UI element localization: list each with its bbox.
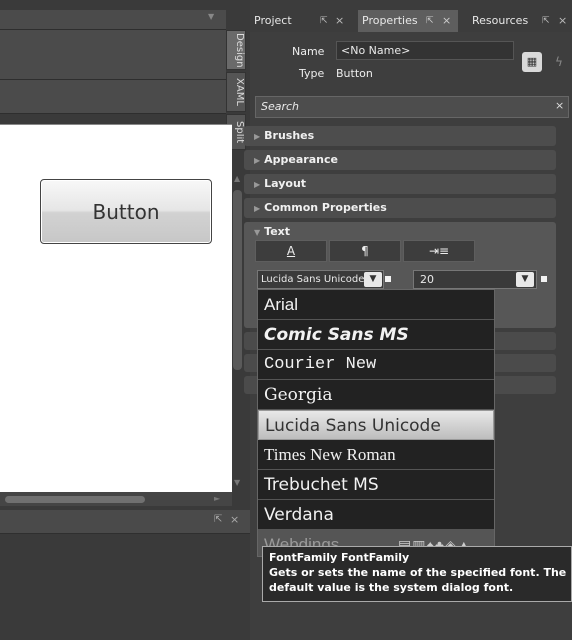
- close-icon[interactable]: ×: [230, 513, 239, 526]
- expand-arrow-icon: ▶: [254, 204, 261, 213]
- tab-resources-label: Resources: [472, 14, 529, 27]
- indent-icon: ⇥≡: [428, 244, 450, 258]
- tab-font-settings[interactable]: A: [255, 240, 327, 262]
- events-lightning-icon[interactable]: ϟ: [550, 52, 568, 72]
- font-option-georgia[interactable]: Georgia: [258, 380, 494, 410]
- tab-properties-label: Properties: [362, 14, 418, 27]
- tab-paragraph[interactable]: ¶: [329, 240, 401, 262]
- tooltip-line1: Gets or sets the name of the specified f…: [269, 566, 567, 579]
- horizontal-scroll-thumb[interactable]: [5, 496, 145, 503]
- vertical-scroll-thumb[interactable]: [233, 190, 242, 370]
- scroll-right-icon[interactable]: ►: [214, 494, 220, 503]
- document-tab-strip: ▼: [0, 10, 226, 30]
- pin-icon[interactable]: ⇱: [320, 10, 328, 32]
- font-option-verdana[interactable]: Verdana: [258, 500, 494, 530]
- artboard-toolbar: [0, 80, 226, 114]
- font-settings-icon: A: [286, 244, 296, 258]
- category-label: Text: [264, 225, 291, 238]
- expand-arrow-icon: ▶: [254, 180, 261, 189]
- dropdown-arrow-icon[interactable]: ▼: [208, 12, 214, 21]
- advanced-property-marker[interactable]: [385, 276, 391, 282]
- font-option-trebuchet[interactable]: Trebuchet MS: [258, 470, 494, 500]
- font-option-arial[interactable]: Arial: [258, 290, 494, 320]
- category-brushes[interactable]: ▶ Brushes: [244, 126, 556, 146]
- tooltip-title: FontFamily FontFamily: [269, 551, 410, 564]
- expand-arrow-icon: ▶: [254, 156, 261, 165]
- chevron-down-icon[interactable]: ▼: [516, 272, 534, 287]
- panel-tab-bar: Project ⇱ × Properties ⇱ × Resources ⇱ ×: [250, 10, 572, 32]
- close-icon[interactable]: ×: [558, 10, 567, 32]
- bottom-panel-header: ⇱ ×: [0, 510, 250, 534]
- tab-indent[interactable]: ⇥≡: [403, 240, 475, 262]
- clear-search-icon[interactable]: ×: [555, 99, 564, 112]
- tab-resources[interactable]: Resources ⇱ ×: [468, 10, 572, 32]
- pin-icon[interactable]: ⇱: [214, 514, 222, 525]
- pin-icon[interactable]: ⇱: [542, 10, 550, 32]
- tab-project-label: Project: [254, 14, 292, 27]
- search-input[interactable]: Search: [255, 96, 569, 118]
- scroll-down-icon[interactable]: ▼: [234, 478, 240, 487]
- font-option-comic-sans[interactable]: Comic Sans MS: [258, 320, 494, 350]
- tab-design[interactable]: Design: [226, 30, 246, 70]
- expand-arrow-icon: ▶: [254, 132, 261, 141]
- close-icon[interactable]: ×: [335, 10, 344, 32]
- font-family-dropdown: Arial Comic Sans MS Courier New Georgia …: [257, 289, 495, 557]
- category-appearance[interactable]: ▶ Appearance: [244, 150, 556, 170]
- name-field[interactable]: <No Name>: [336, 41, 514, 60]
- design-button-element[interactable]: Button: [40, 179, 212, 244]
- pin-icon[interactable]: ⇱: [426, 10, 434, 32]
- category-common-properties[interactable]: ▶ Common Properties: [244, 198, 556, 218]
- scroll-up-icon[interactable]: ▲: [234, 174, 240, 183]
- breadcrumb-bar: [0, 30, 226, 80]
- tab-project[interactable]: Project ⇱ ×: [250, 10, 352, 32]
- category-layout[interactable]: ▶ Layout: [244, 174, 556, 194]
- close-icon[interactable]: ×: [442, 10, 451, 32]
- collapse-arrow-icon: ▼: [254, 228, 261, 237]
- category-label: Brushes: [264, 129, 315, 142]
- tab-properties[interactable]: Properties ⇱ ×: [358, 10, 458, 32]
- category-text[interactable]: ▼ Text: [244, 222, 556, 242]
- advanced-property-marker[interactable]: [541, 276, 547, 282]
- fontfamily-tooltip: FontFamily FontFamily Gets or sets the n…: [262, 546, 572, 602]
- category-label: Appearance: [264, 153, 338, 166]
- category-label: Common Properties: [264, 201, 387, 214]
- type-value: Button: [336, 67, 373, 80]
- tab-xaml[interactable]: XAML: [226, 72, 246, 112]
- chevron-down-icon[interactable]: ▼: [364, 272, 382, 287]
- name-label: Name: [292, 45, 325, 58]
- font-option-times-new-roman[interactable]: Times New Roman: [258, 440, 494, 470]
- type-label: Type: [299, 67, 325, 80]
- paragraph-icon: ¶: [361, 244, 369, 258]
- font-option-courier-new[interactable]: Courier New: [258, 350, 494, 380]
- tooltip-line2: default value is the system dialog font.: [269, 581, 514, 594]
- category-label: Layout: [264, 177, 307, 190]
- properties-icon[interactable]: ▦: [522, 52, 542, 72]
- font-option-lucida-sans-unicode[interactable]: Lucida Sans Unicode: [258, 410, 494, 440]
